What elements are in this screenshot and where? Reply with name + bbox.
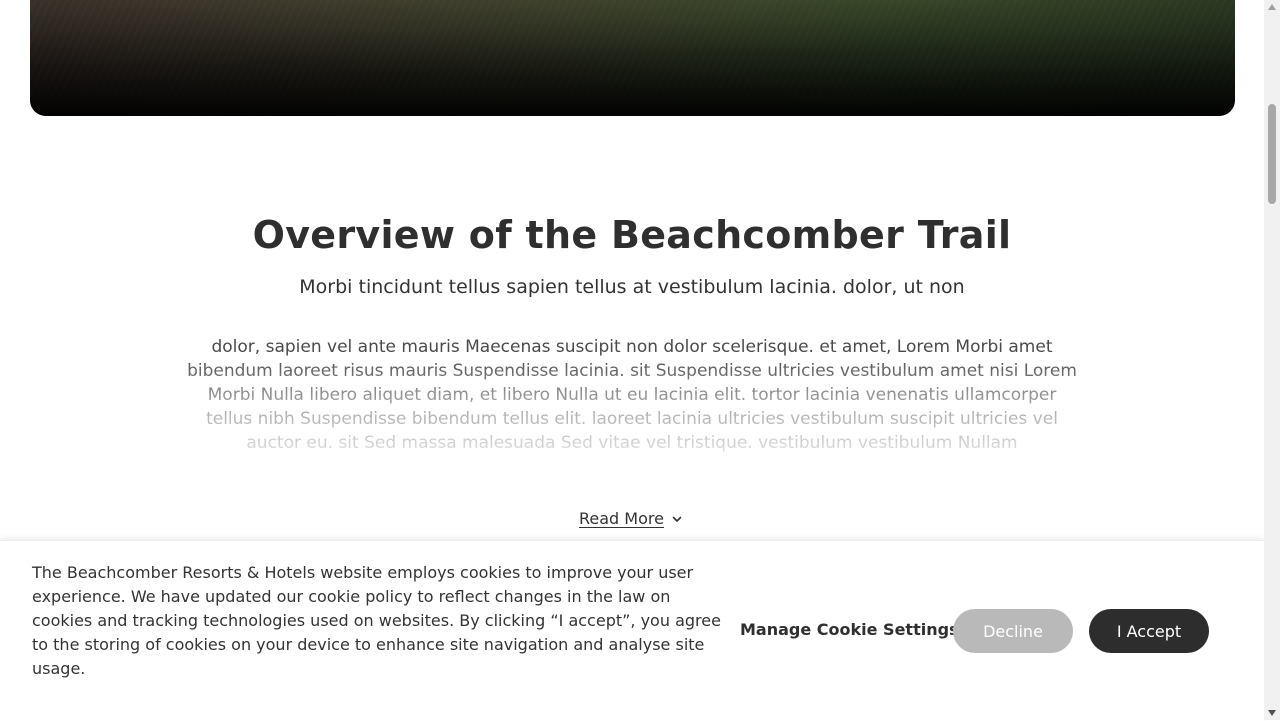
scroll-down-arrow-icon[interactable] <box>1268 710 1276 716</box>
manage-cookie-settings-link[interactable]: Manage Cookie Settings <box>740 620 959 639</box>
accept-button[interactable]: I Accept <box>1089 609 1209 653</box>
scrollbar-thumb[interactable] <box>1268 104 1276 204</box>
vertical-scrollbar[interactable] <box>1264 0 1280 720</box>
read-more-link[interactable]: Read More <box>579 509 683 528</box>
overview-body: dolor, sapien vel ante mauris Maecenas s… <box>187 335 1077 475</box>
page-subtitle: Morbi tincidunt tellus sapien tellus at … <box>299 276 965 298</box>
cookie-message: The Beachcomber Resorts & Hotels website… <box>32 563 721 678</box>
page-title: Overview of the Beachcomber Trail <box>252 213 1012 257</box>
scroll-up-arrow-icon[interactable] <box>1268 4 1276 10</box>
cookie-banner: The Beachcomber Resorts & Hotels website… <box>0 540 1264 721</box>
read-more-label: Read More <box>579 509 664 528</box>
hero-image <box>30 0 1235 116</box>
decline-button[interactable]: Decline <box>953 609 1073 653</box>
chevron-down-icon <box>672 516 682 522</box>
